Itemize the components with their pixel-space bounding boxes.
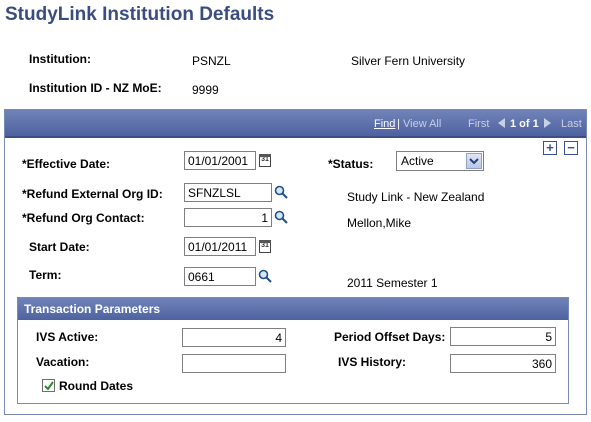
- term-label: Term:: [29, 268, 62, 282]
- refund-contact-name: Mellon,Mike: [347, 216, 412, 230]
- term-description: 2011 Semester 1: [347, 276, 438, 290]
- refund-org-description: Study Link - New Zealand: [347, 190, 485, 204]
- refund-org-id-input[interactable]: SFNZLSL: [184, 183, 272, 202]
- magnifier-icon[interactable]: [274, 210, 288, 224]
- refund-contact-label: *Refund Org Contact:: [22, 211, 145, 225]
- calendar-icon[interactable]: 31: [259, 240, 271, 253]
- vacation-input[interactable]: [182, 354, 286, 373]
- add-row-button[interactable]: +: [543, 141, 557, 155]
- nav-separator: |: [397, 118, 400, 130]
- checkmark-icon: [44, 381, 54, 391]
- delete-row-button[interactable]: −: [564, 141, 578, 155]
- transaction-parameters-title: Transaction Parameters: [24, 302, 161, 316]
- next-arrow-icon[interactable]: [544, 118, 551, 128]
- institution-name: Silver Fern University: [351, 54, 466, 68]
- chevron-down-icon[interactable]: [466, 153, 482, 169]
- period-offset-input[interactable]: 5: [450, 327, 556, 346]
- institution-id-value: 9999: [192, 83, 219, 97]
- find-link[interactable]: Find: [374, 118, 395, 130]
- ivs-history-label: IVS History:: [338, 355, 407, 369]
- status-value: Active: [401, 154, 434, 168]
- ivs-history-input[interactable]: 360: [450, 354, 556, 373]
- magnifier-icon[interactable]: [274, 185, 288, 199]
- refund-org-id-label: *Refund External Org ID:: [22, 187, 163, 201]
- effective-date-input[interactable]: 01/01/2001: [184, 151, 256, 170]
- status-select[interactable]: Active: [396, 151, 484, 171]
- start-date-input[interactable]: 01/01/2011: [184, 237, 256, 256]
- last-link[interactable]: Last: [561, 118, 582, 130]
- start-date-label: Start Date:: [29, 240, 90, 254]
- period-offset-label: Period Offset Days:: [334, 330, 446, 344]
- term-input[interactable]: 0661: [184, 267, 256, 286]
- first-link[interactable]: First: [468, 118, 489, 130]
- view-all-link[interactable]: View All: [403, 118, 441, 130]
- refund-contact-input[interactable]: 1: [184, 208, 272, 227]
- effective-date-label: *Effective Date:: [22, 157, 111, 171]
- institution-id-label: Institution ID - NZ MoE:: [29, 81, 162, 95]
- row-count: 1 of 1: [510, 118, 539, 130]
- round-dates-checkbox[interactable]: [42, 379, 55, 392]
- institution-code: PSNZL: [192, 54, 231, 68]
- institution-label: Institution:: [29, 52, 91, 66]
- vacation-label: Vacation:: [36, 355, 90, 369]
- previous-arrow-icon[interactable]: [498, 118, 505, 128]
- calendar-icon[interactable]: 31: [259, 154, 271, 167]
- ivs-active-input[interactable]: 4: [182, 328, 286, 347]
- round-dates-label: Round Dates: [59, 379, 134, 393]
- magnifier-icon[interactable]: [258, 269, 272, 283]
- status-label: *Status:: [328, 157, 374, 171]
- ivs-active-label: IVS Active:: [36, 330, 99, 344]
- page-title: StudyLink Institution Defaults: [5, 4, 275, 25]
